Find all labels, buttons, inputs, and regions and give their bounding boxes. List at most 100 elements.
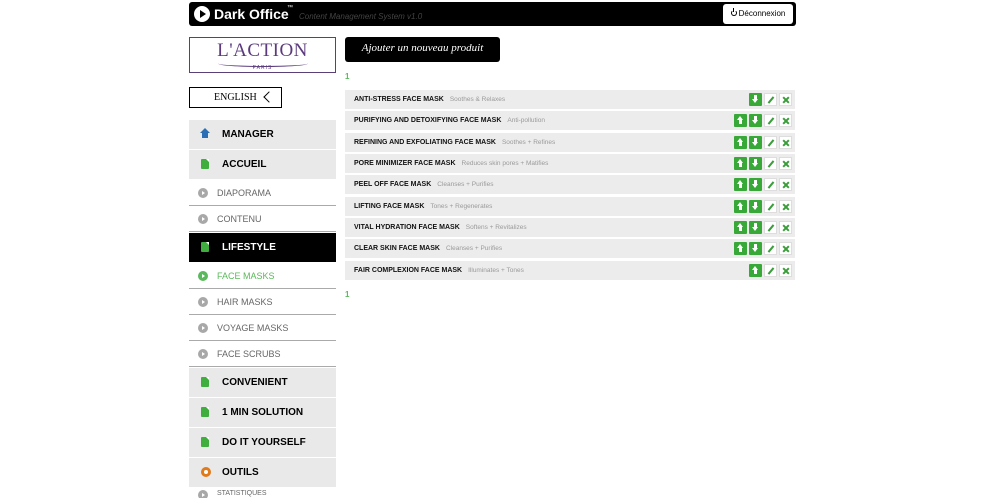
product-name[interactable]: PEEL OFF FACE MASK Cleanses + Purifies [354, 175, 493, 195]
product-list: ANTI-STRESS FACE MASK Soothes & Relaxes P… [345, 90, 795, 282]
edit-icon[interactable] [764, 135, 777, 149]
product-name[interactable]: CLEAR SKIN FACE MASK Cleanses + Purifies [354, 239, 502, 259]
move-down-icon[interactable] [749, 135, 762, 149]
nav-sub-diaporama[interactable]: DIAPORAMA [189, 180, 336, 206]
product-desc: Cleanses + Purifies [437, 181, 494, 189]
delete-icon[interactable] [779, 199, 792, 213]
move-down-icon[interactable] [749, 199, 762, 213]
product-name[interactable]: PORE MINIMIZER FACE MASK Reduces skin por… [354, 154, 548, 174]
nav-convenient[interactable]: CONVENIENT [189, 368, 336, 397]
product-name[interactable]: LIFTING FACE MASK Tones + Regenerates [354, 197, 492, 217]
move-up-icon[interactable] [734, 114, 747, 128]
site-logo[interactable]: L'ACTION PARIS [189, 37, 336, 73]
nav-sub-voyage-masks[interactable]: VOYAGE MASKS [189, 315, 336, 341]
product-row: FAIR COMPLEXION FACE MASK Illuminates + T… [345, 260, 795, 281]
nav-label: CONTENU [217, 214, 262, 224]
nav-label: VOYAGE MASKS [217, 323, 289, 333]
logout-button[interactable]: Déconnexion [723, 4, 793, 24]
move-down-icon[interactable] [749, 242, 762, 256]
move-up-icon[interactable] [734, 199, 747, 213]
edit-icon[interactable] [764, 263, 777, 277]
nav-manager[interactable]: MANAGER [189, 120, 336, 149]
move-down-icon[interactable] [749, 157, 762, 171]
power-icon [731, 8, 737, 16]
product-name[interactable]: ANTI-STRESS FACE MASK Soothes & Relaxes [354, 90, 505, 110]
move-down-icon[interactable] [749, 221, 762, 235]
delete-icon[interactable] [779, 114, 792, 128]
move-up-icon[interactable] [734, 178, 747, 192]
row-actions [734, 199, 792, 214]
pagination-bottom[interactable]: 1 [345, 290, 349, 299]
product-row: REFINING AND EXFOLIATING FACE MASK Soothe… [345, 132, 795, 153]
move-up-icon[interactable] [734, 157, 747, 171]
product-desc: Soothes + Refines [501, 138, 556, 146]
product-title: ANTI-STRESS FACE MASK [354, 96, 444, 103]
move-down-icon[interactable] [749, 93, 762, 106]
product-name[interactable]: VITAL HYDRATION FACE MASK Softens + Revit… [354, 218, 527, 238]
edit-icon[interactable] [764, 242, 777, 256]
arrow-bullet-icon [198, 297, 208, 307]
edit-icon[interactable] [764, 221, 777, 235]
nav-1-min-solution[interactable]: 1 MIN SOLUTION [189, 398, 336, 427]
delete-icon[interactable] [779, 178, 792, 192]
nav-label: OUTILS [222, 467, 259, 478]
move-up-icon[interactable] [734, 242, 747, 256]
row-actions [734, 242, 792, 256]
delete-icon[interactable] [779, 157, 792, 171]
document-icon [201, 242, 209, 252]
nav-label: CONVENIENT [222, 377, 288, 388]
delete-icon[interactable] [779, 93, 792, 106]
move-up-icon[interactable] [749, 263, 762, 277]
document-icon [201, 159, 209, 169]
row-actions [749, 263, 792, 278]
nav-sub-contenu[interactable]: CONTENU [189, 206, 336, 232]
nav-sub-face-masks[interactable]: FACE MASKS [189, 263, 336, 289]
delete-icon[interactable] [779, 242, 792, 256]
move-down-icon[interactable] [749, 114, 762, 128]
arrow-bullet-icon [198, 323, 208, 333]
nav-label: LIFESTYLE [222, 242, 276, 253]
nav-sub-face-scrubs[interactable]: FACE SCRUBS [189, 341, 336, 367]
arrow-bullet-icon [198, 214, 208, 224]
edit-icon[interactable] [764, 199, 777, 213]
product-row: PURIFYING AND DETOXIFYING FACE MASK Anti-… [345, 111, 795, 132]
move-down-icon[interactable] [749, 178, 762, 192]
sidebar-nav: MANAGER ACCUEIL DIAPORAMA CONTENU LIFEST… [189, 120, 336, 498]
nav-lifestyle[interactable]: LIFESTYLE [189, 233, 336, 262]
product-name[interactable]: PURIFYING AND DETOXIFYING FACE MASK Anti-… [354, 111, 545, 131]
product-desc: Softens + Revitalizes [465, 224, 527, 232]
product-desc: Cleanses + Purifies [445, 245, 503, 253]
logo-text: L'ACTION [217, 40, 308, 61]
move-up-icon[interactable] [734, 221, 747, 235]
delete-icon[interactable] [779, 221, 792, 235]
gear-icon [201, 467, 211, 477]
product-title: REFINING AND EXFOLIATING FACE MASK [354, 138, 496, 146]
product-row: PEEL OFF FACE MASK Cleanses + Purifies [345, 175, 795, 196]
nav-accueil[interactable]: ACCUEIL [189, 150, 336, 179]
edit-icon[interactable] [764, 157, 777, 171]
nav-do-it-yourself[interactable]: DO IT YOURSELF [189, 428, 336, 457]
delete-icon[interactable] [779, 263, 792, 277]
product-title: CLEAR SKIN FACE MASK [354, 245, 440, 253]
product-desc: Soothes & Relaxes [449, 96, 506, 103]
arrow-bullet-icon [198, 349, 208, 359]
row-actions [734, 221, 792, 235]
move-up-icon[interactable] [734, 135, 747, 149]
nav-outils[interactable]: OUTILS [189, 458, 336, 487]
trademark: ™ [287, 5, 293, 11]
delete-icon[interactable] [779, 135, 792, 149]
row-actions [749, 93, 792, 107]
nav-sub-hair-masks[interactable]: HAIR MASKS [189, 289, 336, 315]
product-name[interactable]: REFINING AND EXFOLIATING FACE MASK Soothe… [354, 133, 555, 153]
edit-icon[interactable] [764, 93, 777, 106]
logout-label: Déconnexion [738, 9, 786, 18]
edit-icon[interactable] [764, 178, 777, 192]
product-name[interactable]: FAIR COMPLEXION FACE MASK Illuminates + T… [354, 261, 524, 281]
language-selector[interactable]: ENGLISH [189, 87, 282, 108]
brand-subtitle: Content Management System v1.0 [299, 12, 423, 21]
add-product-button[interactable]: Ajouter un nouveau produit [345, 37, 500, 62]
product-row: PORE MINIMIZER FACE MASK Reduces skin por… [345, 154, 795, 175]
edit-icon[interactable] [764, 114, 777, 128]
arrow-bullet-icon [198, 188, 208, 198]
pagination-top[interactable]: 1 [345, 72, 349, 81]
